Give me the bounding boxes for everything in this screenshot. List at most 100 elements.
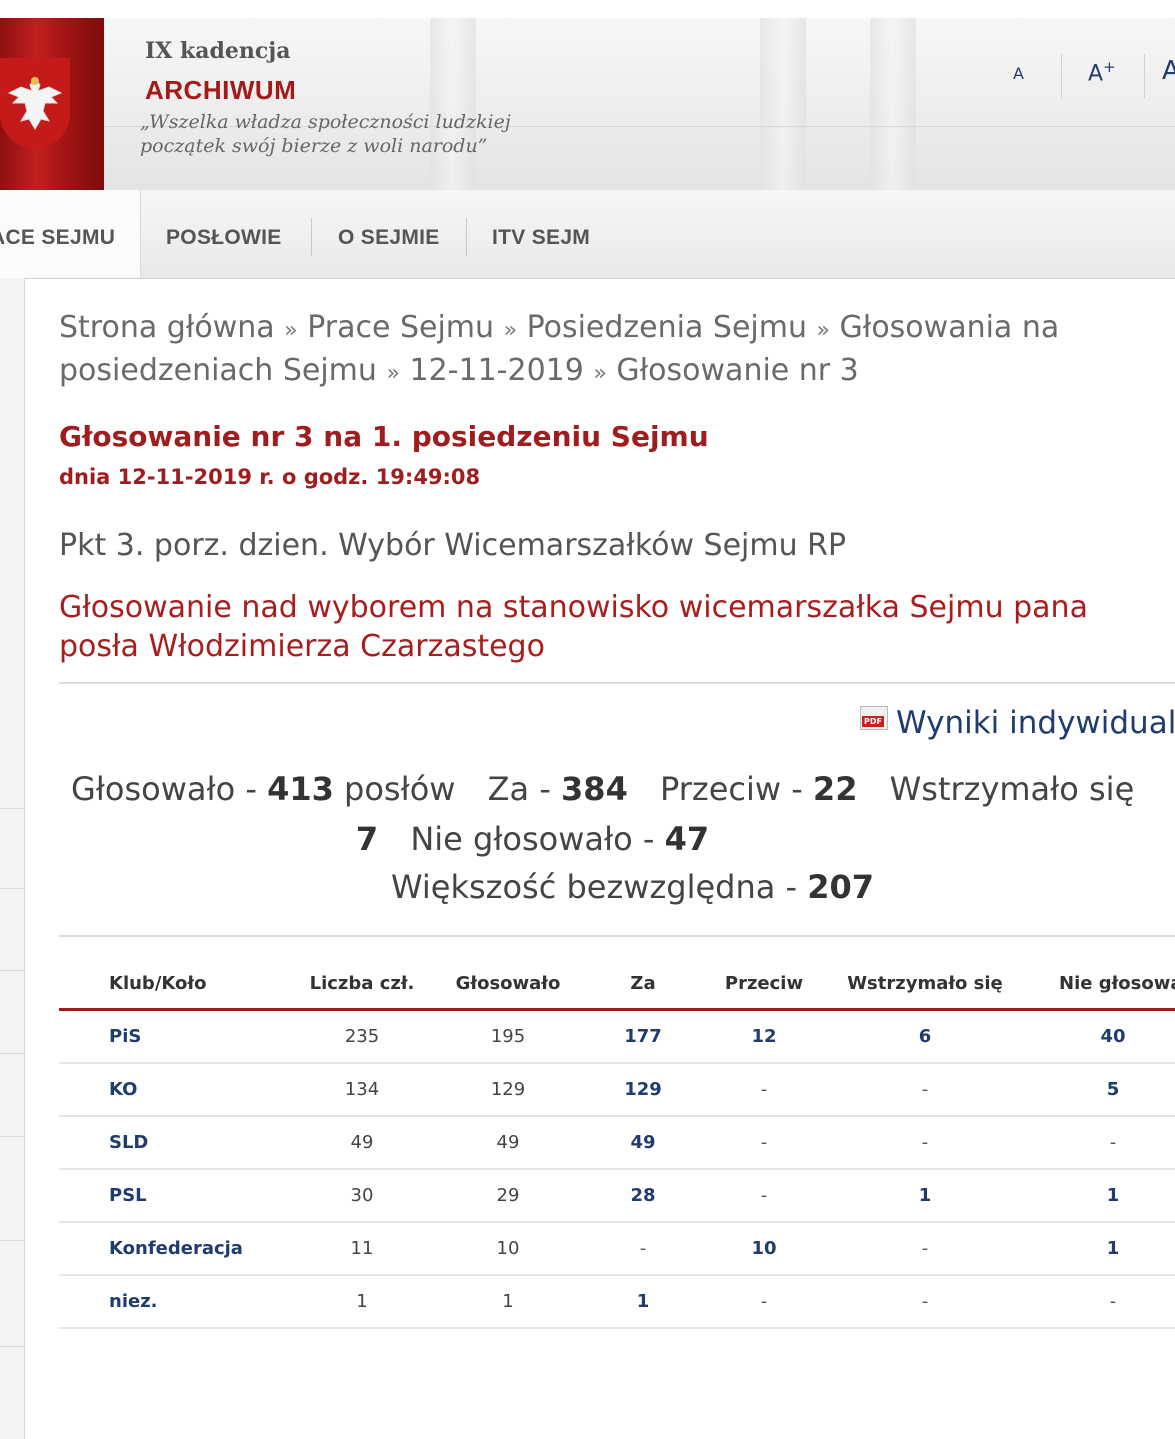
cell-club[interactable]: PSL: [59, 1169, 289, 1223]
divider: [59, 935, 1175, 937]
cell-voted: 129: [435, 1063, 581, 1117]
motto-line: „Wszelka władza społeczności ludzkiej: [140, 111, 511, 133]
main-nav: ACE SEJMU POSŁOWIE O SEJMIE ITV SEJM: [0, 190, 1175, 279]
cell-abstained: -: [823, 1275, 1027, 1329]
majority-label: Większość bezwzględna -: [390, 868, 798, 906]
summary-line: 7 Nie głosowało - 47: [0, 820, 1085, 858]
motto: „Wszelka władza społeczności ludzkiej po…: [140, 110, 511, 158]
cell-for[interactable]: 28: [581, 1169, 705, 1223]
cell-members: 134: [289, 1063, 435, 1117]
cell-club[interactable]: Konfederacja: [59, 1222, 289, 1276]
font-size-small-button[interactable]: A: [1013, 64, 1024, 83]
cell-not-voted[interactable]: 40: [1027, 1009, 1175, 1064]
breadcrumb-item[interactable]: Prace Sejmu: [307, 310, 494, 345]
cell-members: 235: [289, 1009, 435, 1064]
table-row: PSL 30 29 28-1 1: [59, 1169, 1175, 1223]
cell-club[interactable]: PiS: [59, 1009, 289, 1064]
table-row: SLD 49 49 49- - -: [59, 1116, 1175, 1170]
voted-value: 413: [267, 770, 334, 808]
breadcrumb-separator: »: [593, 361, 607, 386]
cell-for[interactable]: 49: [581, 1116, 705, 1170]
font-size-medium-button[interactable]: A+: [1088, 58, 1116, 86]
for-value: 384: [561, 770, 628, 808]
term-label: IX kadencja: [145, 38, 291, 64]
cell-for[interactable]: 177: [581, 1009, 705, 1064]
breadcrumb-item[interactable]: 12-11-2019: [409, 353, 583, 388]
sidebar-divider: [0, 1240, 24, 1241]
breadcrumb-separator: »: [503, 318, 518, 343]
breadcrumb-item[interactable]: Strona główna: [59, 310, 275, 345]
agenda-item: Pkt 3. porz. dzien. Wybór Wicemarszałków…: [59, 528, 847, 563]
sidebar-divider: [0, 1136, 24, 1137]
results-table: Klub/Koło Liczba czł. Głosowało Za Przec…: [59, 958, 1175, 1329]
cell-for[interactable]: 129: [581, 1063, 705, 1117]
abstained-label: Wstrzymało się: [889, 770, 1135, 808]
left-sidebar: [0, 278, 25, 1439]
column-header-against: Przeciw: [705, 958, 823, 1011]
cell-for: -: [581, 1222, 705, 1276]
cell-not-voted[interactable]: 1: [1027, 1169, 1175, 1223]
table-row: Konfederacja 11 10-10-1: [59, 1222, 1175, 1276]
cell-abstained[interactable]: 1: [823, 1169, 1027, 1223]
column-header-club: Klub/Koło: [59, 958, 289, 1011]
column-decoration: [760, 18, 806, 190]
font-size-divider: [1144, 54, 1145, 98]
cell-voted: 49: [435, 1116, 581, 1170]
table-row: niez. 1 1 1- - -: [59, 1275, 1175, 1329]
cell-voted: 29: [435, 1169, 581, 1223]
cell-members: 11: [289, 1222, 435, 1276]
breadcrumb-separator: »: [284, 318, 298, 343]
nav-item-poslowie[interactable]: POSŁOWIE: [166, 190, 282, 278]
sidebar-divider: [0, 970, 24, 971]
cell-against[interactable]: 12: [705, 1009, 823, 1064]
column-decoration: [430, 18, 476, 190]
cell-club[interactable]: SLD: [59, 1116, 289, 1170]
cell-against: -: [705, 1169, 823, 1223]
cell-abstained: -: [823, 1222, 1027, 1276]
breadcrumb-item[interactable]: Posiedzenia Sejmu: [527, 310, 807, 345]
cell-abstained: -: [823, 1063, 1027, 1117]
cell-against: -: [705, 1063, 823, 1117]
not-voted-label: Nie głosowało -: [410, 820, 655, 858]
eagle-icon: [7, 77, 63, 130]
individual-results-link[interactable]: PDF Wyniki indywidual: [860, 705, 1175, 741]
cell-not-voted: -: [1027, 1116, 1175, 1170]
cell-voted: 195: [435, 1009, 581, 1064]
column-header-members: Liczba czł.: [289, 958, 435, 1011]
cell-not-voted[interactable]: 1: [1027, 1222, 1175, 1276]
for-label: Za -: [487, 770, 551, 808]
cell-club[interactable]: KO: [59, 1063, 289, 1117]
cell-club[interactable]: niez.: [59, 1275, 289, 1329]
nav-item-o-sejmie[interactable]: O SEJMIE: [338, 190, 440, 278]
cell-for[interactable]: 1: [581, 1275, 705, 1329]
nav-divider: [311, 218, 312, 256]
divider: [59, 682, 1175, 684]
archive-title[interactable]: ARCHIWUM: [145, 75, 296, 106]
voted-unit: posłów: [344, 770, 456, 808]
red-banner: [0, 18, 104, 190]
page-title: Głosowanie nr 3 na 1. posiedzeniu Sejmu: [59, 420, 709, 453]
cell-voted: 10: [435, 1222, 581, 1276]
nav-item-prace-sejmu[interactable]: ACE SEJMU: [0, 190, 141, 278]
sidebar-divider: [0, 808, 24, 809]
table-row: PiS 235 195 177 12 6 40: [59, 1009, 1175, 1064]
voted-label: Głosowało -: [71, 770, 257, 808]
nav-item-itv-sejm[interactable]: ITV SEJM: [492, 190, 590, 278]
majority-value: 207: [807, 868, 875, 906]
abstained-value: 7: [355, 820, 379, 858]
cell-abstained: -: [823, 1116, 1027, 1170]
not-voted-value: 47: [664, 820, 710, 858]
cell-not-voted[interactable]: 5: [1027, 1063, 1175, 1117]
cell-abstained[interactable]: 6: [823, 1009, 1027, 1064]
cell-members: 49: [289, 1116, 435, 1170]
cell-against: -: [705, 1275, 823, 1329]
sidebar-divider: [0, 1053, 24, 1054]
font-size-large-button[interactable]: A: [1162, 56, 1175, 86]
motto-line: początek swój bierze z woli narodu”: [140, 135, 488, 157]
individual-results-label[interactable]: Wyniki indywidual: [896, 705, 1175, 741]
cell-against[interactable]: 10: [705, 1222, 823, 1276]
sidebar-divider: [0, 888, 24, 889]
site-header: IX kadencja ARCHIWUM „Wszelka władza spo…: [0, 18, 1175, 192]
breadcrumb-current: Głosowanie nr 3: [616, 353, 859, 388]
cell-voted: 1: [435, 1275, 581, 1329]
